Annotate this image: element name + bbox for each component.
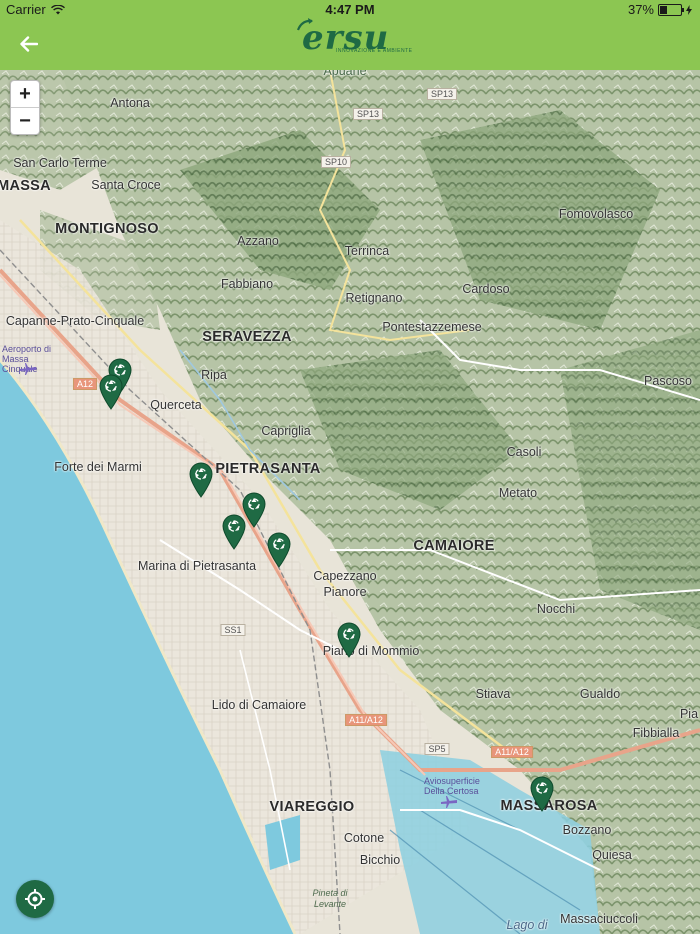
place-label: Retignano — [345, 291, 403, 305]
place-label: MONTIGNOSO — [55, 221, 159, 237]
battery-percent: 37% — [627, 2, 654, 17]
crosshair-icon — [25, 889, 45, 909]
place-label: Forte dei Marmi — [54, 460, 142, 474]
road-shield: A11/A12 — [491, 746, 533, 758]
top-bar: Carrier 4:47 PM 37% ersu INNOVAZIONE E A… — [0, 0, 700, 70]
map-view[interactable]: Apuane Antona San Carlo Terme MASSA Sant… — [0, 70, 700, 934]
clock: 4:47 PM — [325, 2, 375, 17]
place-label: Terrinca — [344, 244, 390, 258]
place-label: San Carlo Terme — [13, 156, 107, 170]
ersu-logo: ersu INNOVAZIONE E AMBIENTE — [296, 18, 412, 62]
place-label: Metato — [498, 486, 538, 500]
zoom-control: + − — [10, 80, 40, 135]
zoom-in-button[interactable]: + — [11, 81, 39, 108]
recycle-pin-icon[interactable] — [188, 462, 214, 498]
battery-icon — [658, 3, 684, 16]
place-label: Lido di Camaiore — [211, 698, 307, 712]
road-shield: SS1 — [220, 624, 246, 636]
recycle-pin-icon[interactable] — [266, 532, 292, 568]
recycle-pin-icon[interactable] — [336, 622, 362, 658]
place-label: Apuane — [323, 70, 367, 78]
road-shield: A11/A12 — [345, 714, 387, 726]
road-shield: SP13 — [352, 108, 384, 120]
place-label: Pontestazzemese — [382, 320, 482, 334]
status-bar: Carrier 4:47 PM 37% — [0, 0, 700, 20]
arrow-left-icon — [20, 36, 38, 52]
charging-icon — [686, 4, 692, 15]
place-label: Cotone — [343, 831, 385, 845]
place-label: Casoli — [506, 445, 542, 459]
recycle-pin-icon[interactable] — [529, 776, 555, 812]
place-label: CAMAIORE — [413, 538, 495, 554]
place-label: Nocchi — [536, 602, 576, 616]
place-label: Fibbialla — [632, 726, 680, 740]
place-label: Bozzano — [562, 823, 612, 837]
place-label: Lago di — [506, 918, 548, 932]
place-label: Santa Croce — [91, 178, 161, 192]
locate-me-button[interactable] — [16, 880, 54, 918]
place-label: Quiesa — [592, 848, 632, 862]
place-label: Aviosuperficie Della Certosa — [424, 776, 480, 796]
zoom-out-button[interactable]: − — [11, 108, 39, 134]
place-label: Stiava — [475, 687, 511, 701]
place-label: Pascoso — [644, 374, 692, 388]
airfield-icon — [441, 796, 457, 808]
road-shield: A12 — [72, 378, 98, 390]
place-label: Fabbiano — [220, 277, 274, 291]
airport-icon — [20, 363, 36, 375]
logo-tagline: INNOVAZIONE E AMBIENTE — [336, 48, 413, 54]
road-shield: SP13 — [426, 88, 458, 100]
place-label: Capezzano Pianore — [313, 569, 377, 599]
place-label: SERAVEZZA — [202, 329, 292, 345]
place-label: Massaciuccoli — [560, 912, 638, 926]
place-label: Capriglia — [261, 424, 311, 438]
place-label: Azzano — [237, 234, 279, 248]
recycle-pin-icon[interactable] — [98, 374, 124, 410]
road-shield: SP10 — [320, 156, 352, 168]
place-label: Capanne-Prato-Cinquale — [5, 314, 145, 328]
place-label: Cardoso — [462, 282, 510, 296]
place-label: Gualdo — [579, 687, 621, 701]
recycle-pin-icon[interactable] — [221, 514, 247, 550]
place-label: Antona — [110, 96, 150, 110]
place-label: Bicchio — [359, 853, 401, 867]
place-label: MASSA — [0, 178, 51, 194]
place-label: VIAREGGIO — [269, 799, 355, 815]
place-label: PIETRASANTA — [215, 461, 321, 477]
place-label: Marina di Pietrasanta — [137, 559, 257, 573]
back-button[interactable] — [14, 30, 44, 58]
place-label: Pineta di Levante — [312, 888, 348, 909]
place-label: Pia — [679, 707, 699, 721]
place-label: Ripa — [201, 368, 227, 382]
road-shield: SP5 — [424, 743, 450, 755]
place-label: Querceta — [150, 398, 202, 412]
place-label: Fomovolasco — [558, 207, 634, 221]
